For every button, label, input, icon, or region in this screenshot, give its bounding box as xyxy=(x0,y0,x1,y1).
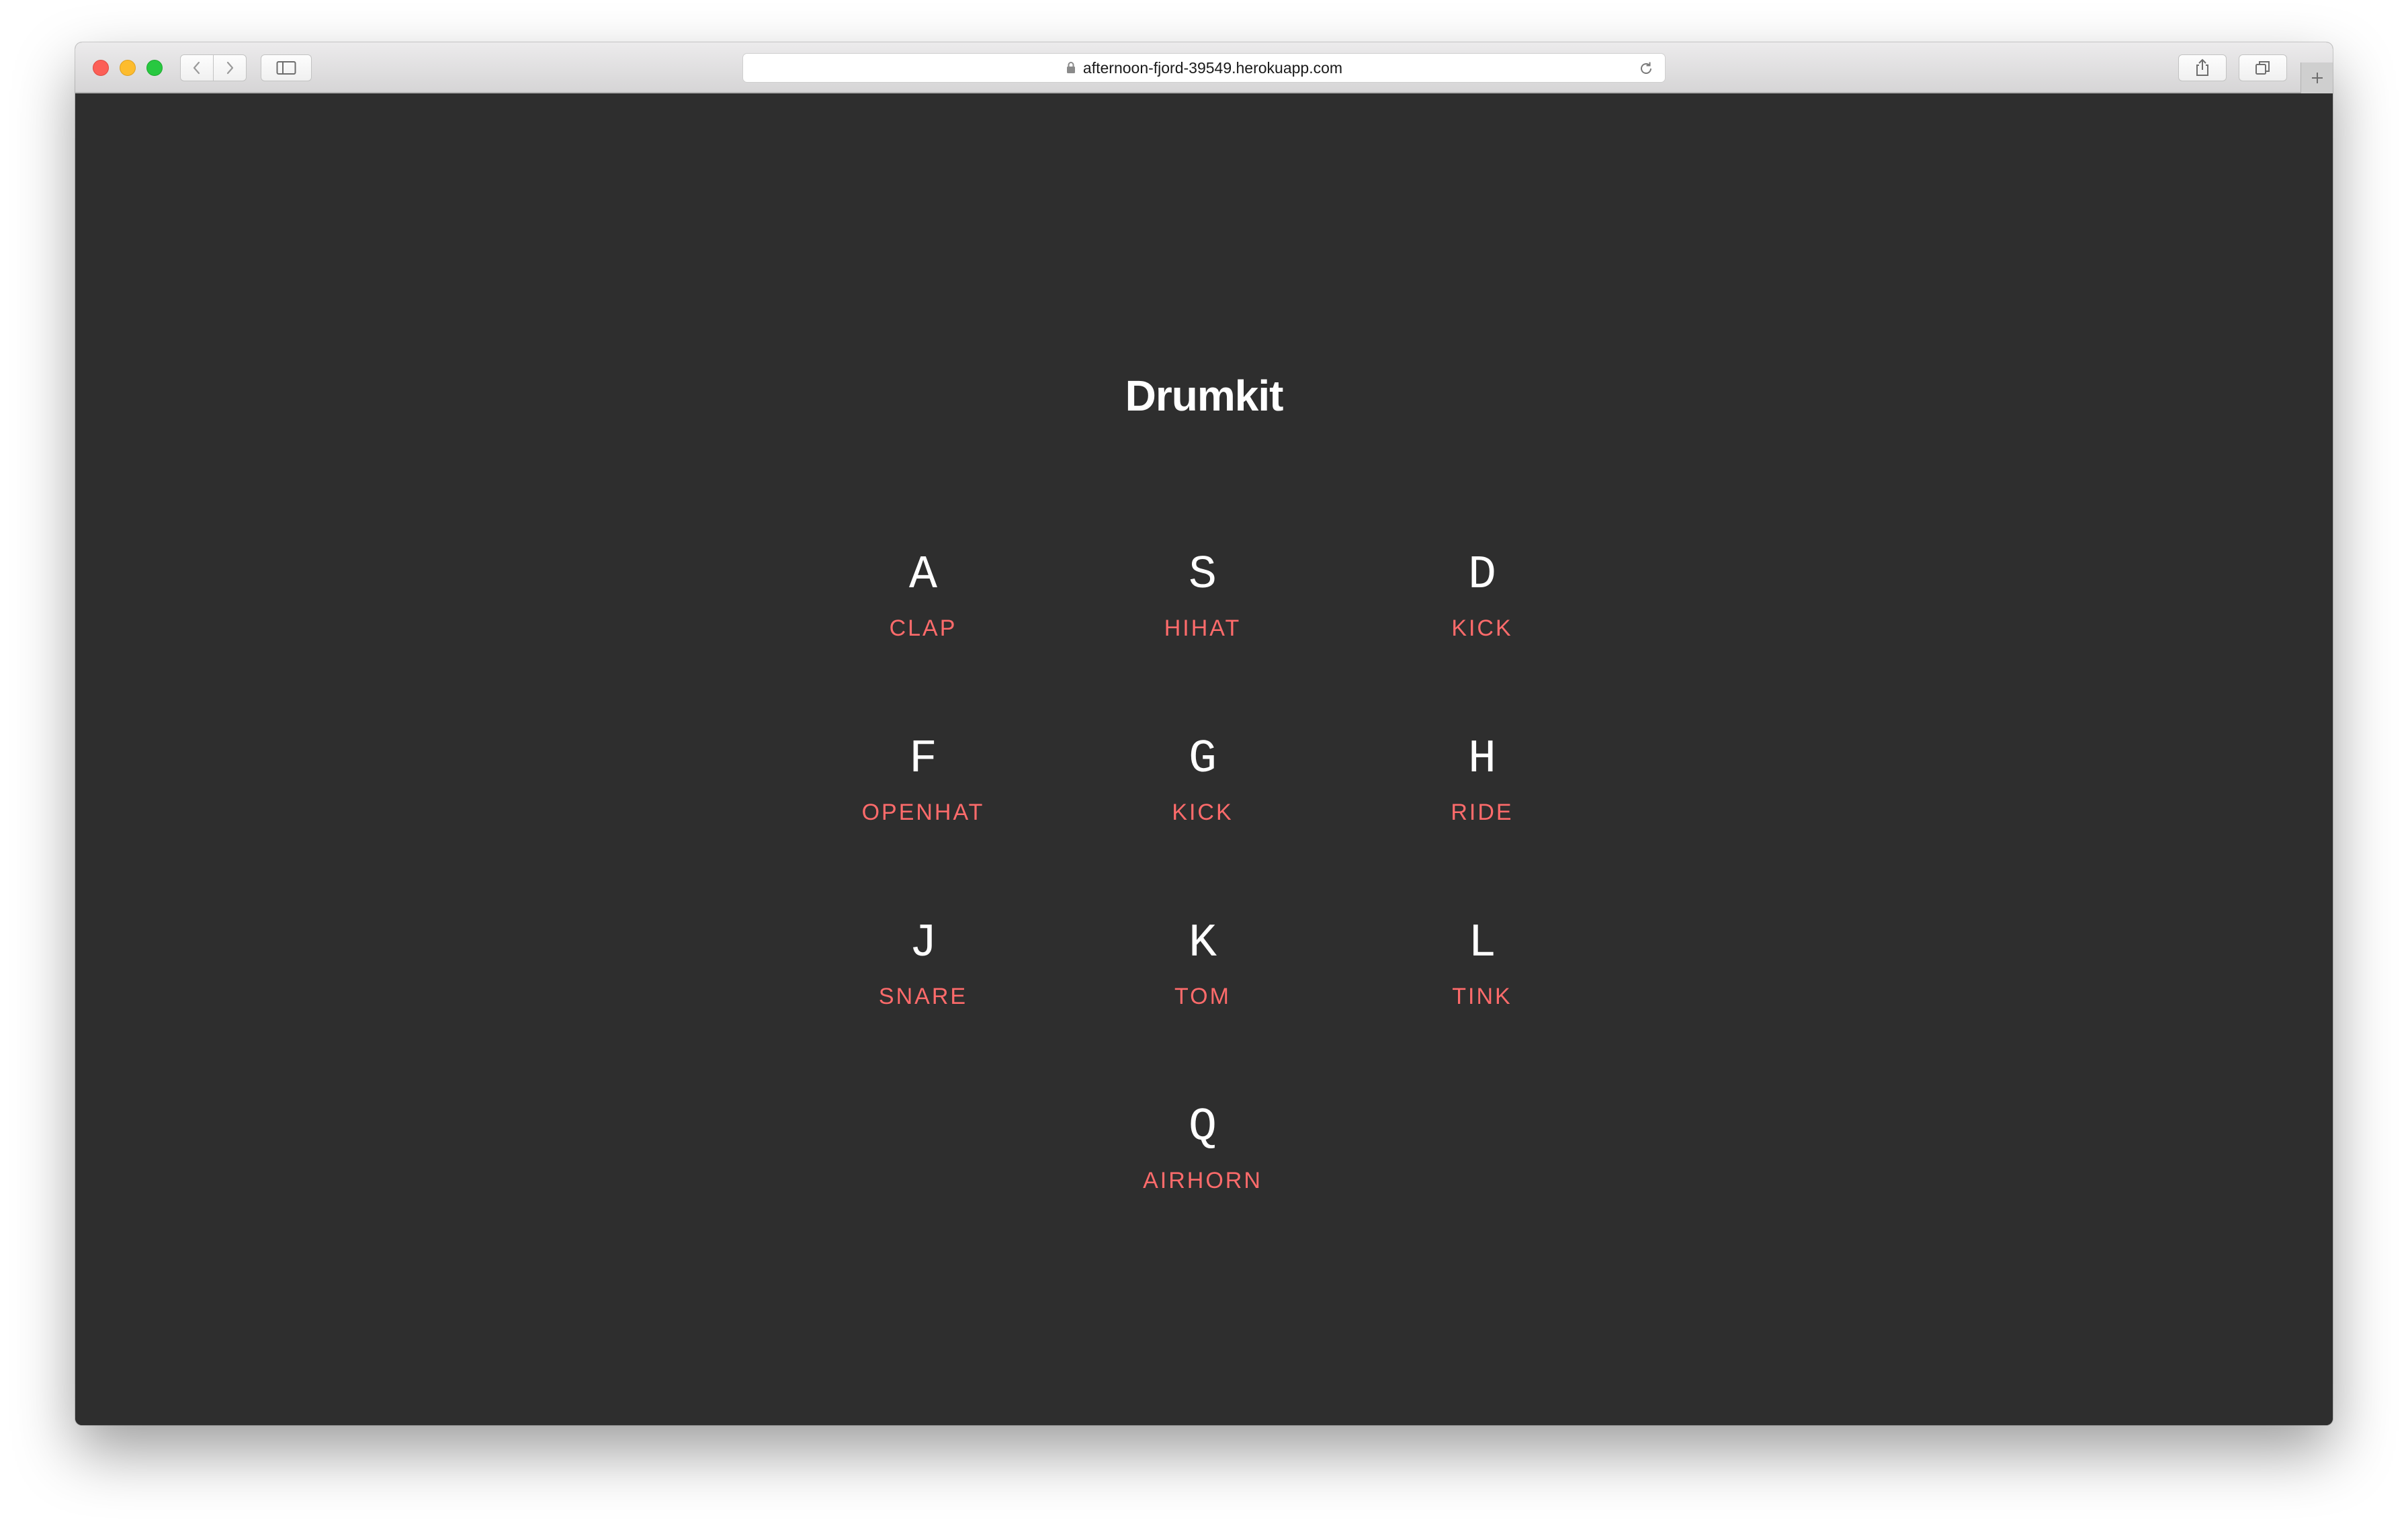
show-tabs-button[interactable] xyxy=(2239,54,2287,81)
key-sound-label: RIDE xyxy=(1451,800,1514,825)
key-letter: D xyxy=(1467,549,1496,602)
key-sound-label: TINK xyxy=(1452,984,1512,1009)
drum-key-d[interactable]: D KICK xyxy=(1361,552,1603,660)
key-letter: Q xyxy=(1188,1101,1217,1154)
drum-key-q[interactable]: Q AIRHORN xyxy=(1082,1105,1324,1212)
sidebar-icon xyxy=(276,61,296,75)
reload-icon xyxy=(1641,62,1651,74)
key-letter: K xyxy=(1188,917,1217,970)
key-sound-label: CLAP xyxy=(889,615,957,641)
key-sound-label: HIHAT xyxy=(1164,615,1242,641)
key-sound-label: AIRHORN xyxy=(1143,1168,1262,1193)
share-button[interactable] xyxy=(2178,54,2227,81)
plus-icon xyxy=(2311,73,2323,83)
page-viewport: Drumkit A CLAP S HIHAT D KICK F OPENHAT … xyxy=(75,93,2333,1425)
share-icon xyxy=(2196,58,2208,76)
new-tab-button[interactable] xyxy=(2300,62,2333,93)
sidebar-toggle-button[interactable] xyxy=(261,54,312,81)
key-letter: F xyxy=(908,733,937,786)
key-sound-label: KICK xyxy=(1451,615,1513,641)
lock-icon xyxy=(1066,62,1075,73)
drum-key-k[interactable]: K TOM xyxy=(1082,921,1324,1028)
tabs-overview-icon xyxy=(2255,61,2270,75)
drum-key-a[interactable]: A CLAP xyxy=(802,552,1044,660)
address-bar[interactable]: afternoon-fjord-39549.herokuapp.com xyxy=(742,53,1666,83)
back-button[interactable] xyxy=(180,54,214,81)
chevron-right-icon xyxy=(226,61,234,75)
key-sound-label: SNARE xyxy=(878,984,968,1009)
drum-key-h[interactable]: H RIDE xyxy=(1361,736,1603,844)
maximize-window-button[interactable] xyxy=(146,60,163,76)
key-sound-label: KICK xyxy=(1172,800,1234,825)
forward-button[interactable] xyxy=(213,54,247,81)
key-letter: H xyxy=(1467,733,1496,786)
drum-key-f[interactable]: F OPENHAT xyxy=(802,736,1044,844)
close-window-button[interactable] xyxy=(93,60,109,76)
url-text: afternoon-fjord-39549.herokuapp.com xyxy=(1082,58,1343,77)
key-sound-label: TOM xyxy=(1174,984,1231,1009)
page-title: Drumkit xyxy=(1125,372,1284,420)
key-letter: G xyxy=(1188,733,1217,786)
drum-key-s[interactable]: S HIHAT xyxy=(1082,552,1324,660)
drum-key-l[interactable]: L TINK xyxy=(1361,921,1603,1028)
chevron-left-icon xyxy=(193,61,200,75)
browser-toolbar: afternoon-fjord-39549.herokuapp.com xyxy=(75,42,2333,93)
key-letter: L xyxy=(1467,917,1496,970)
key-letter: S xyxy=(1188,549,1217,602)
drum-key-g[interactable]: G KICK xyxy=(1082,736,1324,844)
key-letter: J xyxy=(908,917,937,970)
key-letter: A xyxy=(908,549,937,602)
browser-window: afternoon-fjord-39549.herokuapp.com Drum… xyxy=(75,42,2333,1425)
drum-key-j[interactable]: J SNARE xyxy=(802,921,1044,1028)
key-sound-label: OPENHAT xyxy=(861,800,985,825)
reload-button[interactable] xyxy=(1637,59,1656,78)
minimize-window-button[interactable] xyxy=(120,60,136,76)
